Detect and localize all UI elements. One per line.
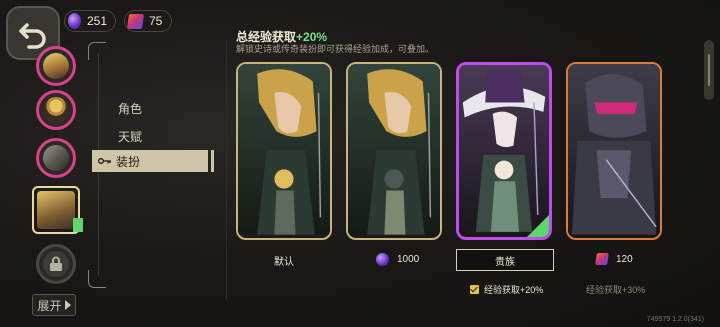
orb-currency: 251	[64, 10, 116, 32]
menu-item-outfit[interactable]: 装扮	[92, 150, 214, 172]
price-value: 1000	[397, 254, 420, 265]
exp-bonus-noble: 经验获取+20%	[470, 283, 543, 296]
exp-bonus-text: 经验获取+20%	[484, 285, 544, 295]
lock-icon	[50, 256, 62, 271]
avatar	[43, 145, 69, 171]
outfit-label-default: 默认	[274, 257, 294, 268]
expand-label: 展开	[37, 298, 62, 313]
character-art	[459, 65, 549, 232]
page-subtitle: 解锁史诗或传奇装扮即可获得经验加成，可叠加。	[236, 44, 435, 54]
purple-orb-icon	[376, 253, 389, 266]
outfit-card-2[interactable]	[346, 62, 442, 240]
orb-amount: 251	[86, 14, 107, 28]
avatar	[43, 97, 69, 123]
character-art	[238, 64, 330, 235]
outfit-name: 贵族	[495, 256, 515, 268]
outfit-price-4: 120	[595, 253, 633, 265]
menu-item-label: 装扮	[116, 154, 141, 169]
character-avatar-1[interactable]	[36, 46, 76, 86]
category-menu: 角色 天赋 装扮	[88, 42, 218, 288]
character-art	[348, 64, 440, 235]
avatar	[37, 191, 75, 229]
outfit-price-2: 1000	[376, 253, 419, 266]
expand-button[interactable]: 展开	[32, 294, 76, 316]
checkbox-checked-icon	[470, 285, 479, 294]
character-avatar-3[interactable]	[36, 138, 76, 178]
side-drawer-handle[interactable]	[704, 40, 714, 100]
price-value: 120	[616, 253, 633, 265]
frame-corner	[88, 270, 106, 288]
key-icon	[98, 158, 111, 164]
frame-corner	[88, 42, 106, 60]
character-art	[568, 64, 660, 235]
character-avatar-selected[interactable]	[32, 186, 83, 234]
menu-item-character[interactable]: 角色	[118, 100, 142, 117]
purple-orb-icon	[68, 13, 81, 29]
outfit-card-4[interactable]	[566, 62, 662, 240]
character-avatar-locked[interactable]	[36, 244, 76, 284]
crystal-amount: 75	[149, 14, 163, 28]
divider	[226, 40, 227, 300]
crystal-icon	[126, 13, 145, 29]
character-avatar-2[interactable]	[36, 90, 76, 130]
crystal-currency: 75	[124, 10, 172, 32]
exp-bonus-text: 经验获取+30%	[586, 285, 646, 295]
back-arrow-icon	[19, 23, 46, 49]
avatar	[43, 53, 69, 79]
selected-marker	[73, 218, 83, 232]
version-label: 749579 1.2.0(341)	[646, 316, 704, 323]
menu-item-talent[interactable]: 天赋	[118, 128, 142, 145]
crystal-icon	[595, 253, 609, 265]
play-arrow-icon	[64, 300, 71, 310]
outfit-label-noble: 贵族	[456, 249, 554, 271]
outfit-card-noble[interactable]	[456, 62, 552, 240]
exp-bonus-4: 经验获取+30%	[586, 283, 645, 296]
outfit-card-default[interactable]	[236, 62, 332, 240]
